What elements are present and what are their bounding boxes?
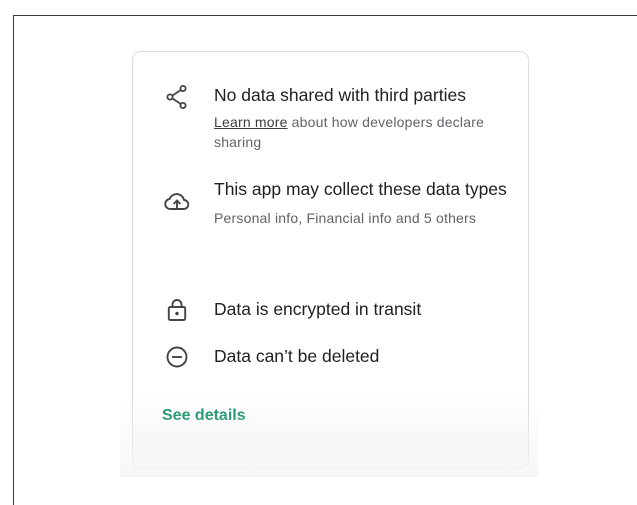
data-safety-card: No data shared with third parties Learn … — [132, 51, 529, 469]
share-icon — [164, 84, 190, 110]
item-title: No data shared with third parties — [214, 85, 466, 105]
item-subtitle: Personal info, Financial info and 5 othe… — [214, 210, 477, 226]
item-title: This app may collect these data types — [214, 179, 507, 199]
learn-more-link[interactable]: Learn more — [214, 114, 288, 130]
item-subtitle: Learn more about how developers declare … — [214, 112, 514, 152]
lock-icon — [164, 297, 190, 323]
item-title: Data is encrypted in transit — [214, 299, 422, 319]
delete-circle-icon — [164, 344, 190, 370]
item-title: Data can’t be deleted — [214, 346, 380, 366]
see-details-link[interactable]: See details — [162, 407, 246, 425]
cloud-upload-icon — [164, 189, 190, 215]
